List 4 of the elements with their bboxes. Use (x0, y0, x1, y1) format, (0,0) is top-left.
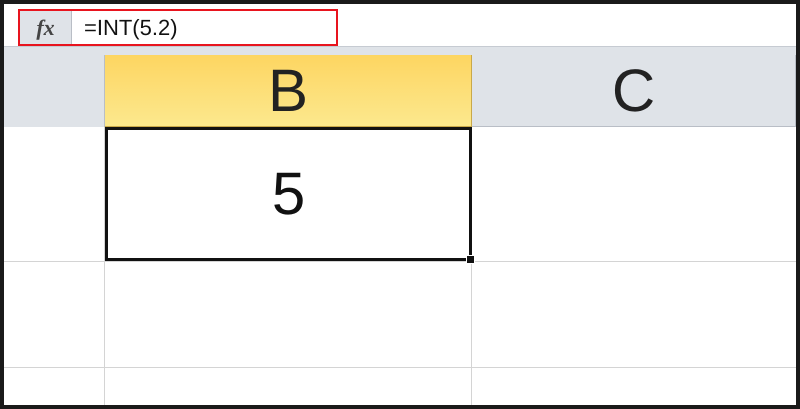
selected-cell[interactable]: 5 (105, 127, 472, 261)
column-header[interactable]: C (472, 55, 796, 127)
fill-handle[interactable] (466, 255, 475, 264)
column-header[interactable]: B (105, 55, 472, 127)
